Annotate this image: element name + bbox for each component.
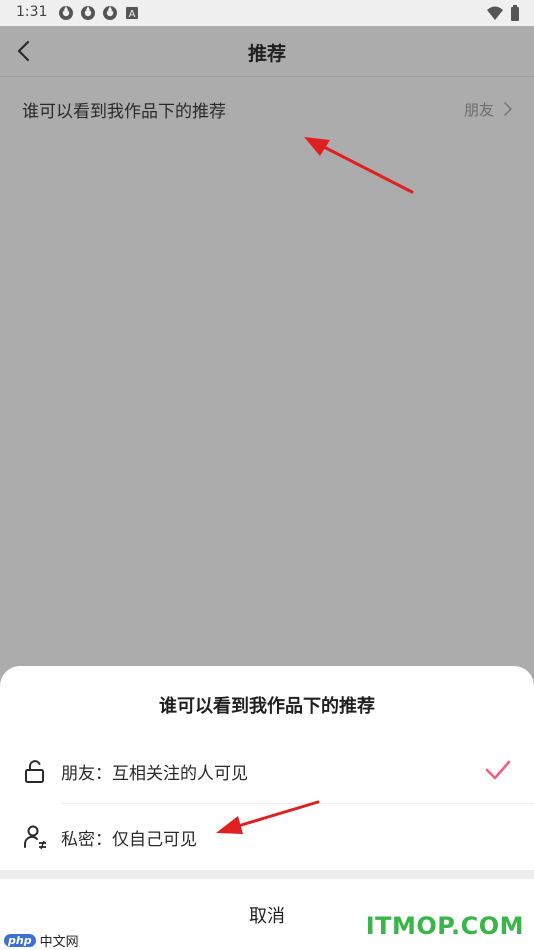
check-icon bbox=[484, 758, 512, 782]
bottom-sheet: 谁可以看到我作品下的推荐 朋友：互相关注的人可见 私密：仅自己可见 取消 bbox=[0, 666, 534, 950]
sync-icon bbox=[102, 5, 118, 21]
page-title: 推荐 bbox=[247, 43, 286, 65]
unlock-icon bbox=[22, 758, 48, 784]
chevron-right-icon bbox=[502, 99, 514, 119]
php-logo: php bbox=[4, 933, 36, 947]
setting-value: 朋友 bbox=[463, 101, 494, 119]
annotation-arrow bbox=[304, 137, 414, 194]
sync-icon bbox=[80, 5, 96, 21]
status-time: 1:31 bbox=[16, 4, 48, 20]
option-label: 私密：仅自己可见 bbox=[61, 830, 197, 850]
top-nav-bar: 推荐 bbox=[0, 26, 534, 77]
a-badge-icon: A bbox=[124, 5, 140, 21]
sync-icon bbox=[58, 5, 74, 21]
who-can-see-recommend-row[interactable]: 谁可以看到我作品下的推荐 朋友 bbox=[0, 77, 534, 139]
watermark-text: 中文网 bbox=[39, 934, 79, 950]
notification-icons: A bbox=[58, 5, 140, 21]
option-label: 朋友：互相关注的人可见 bbox=[61, 764, 248, 784]
section-separator bbox=[0, 870, 534, 879]
watermark-php: php 中文网 bbox=[4, 932, 79, 950]
status-bar: 1:31 A bbox=[0, 0, 534, 26]
option-friends[interactable]: 朋友：互相关注的人可见 bbox=[0, 738, 534, 804]
wifi-icon bbox=[486, 5, 504, 25]
option-private[interactable]: 私密：仅自己可见 bbox=[0, 804, 534, 870]
svg-text:A: A bbox=[129, 9, 136, 20]
watermark-itmop: ITMOP.COM bbox=[365, 912, 524, 940]
setting-label: 谁可以看到我作品下的推荐 bbox=[22, 102, 226, 122]
sheet-title: 谁可以看到我作品下的推荐 bbox=[159, 696, 375, 717]
status-right-icons bbox=[486, 5, 520, 25]
battery-icon bbox=[510, 5, 520, 25]
person-private-icon bbox=[22, 824, 48, 850]
